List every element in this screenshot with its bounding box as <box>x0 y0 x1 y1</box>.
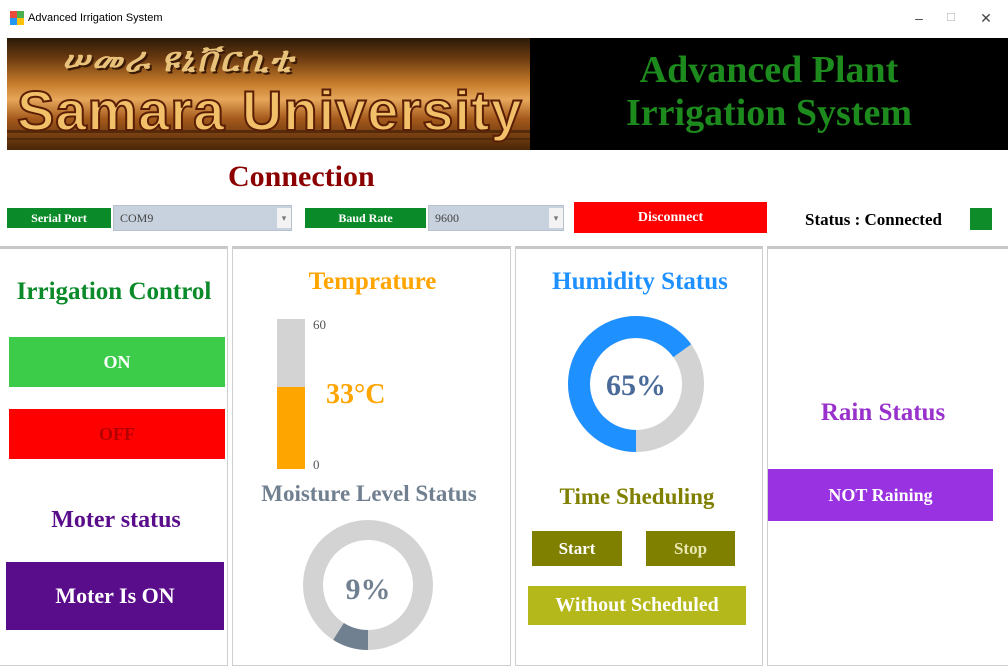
motor-status-heading: Moter status <box>51 507 181 533</box>
temperature-value: 33°C <box>326 379 386 410</box>
rain-status-panel: Rain Status NOT Raining <box>767 246 1008 666</box>
app-title-line1: Advanced Plant <box>639 49 899 91</box>
baud-rate-label: Baud Rate <box>305 208 426 228</box>
baud-rate-select[interactable]: 9600 ▾ <box>428 205 564 231</box>
irrigation-on-button[interactable]: ON <box>9 337 225 387</box>
connection-status-text: Status : Connected <box>805 210 942 229</box>
rain-status-heading: Rain Status <box>820 399 946 426</box>
motor-status-value: Moter Is ON <box>6 562 224 630</box>
minimize-button[interactable]: – <box>905 6 933 30</box>
temperature-gauge-track <box>277 319 305 469</box>
university-name: Samara University <box>16 78 523 143</box>
scheduling-heading: Time Sheduling <box>559 484 715 509</box>
app-icon <box>10 11 24 25</box>
window-title: Advanced Irrigation System <box>28 12 163 24</box>
humidity-value: 65% <box>606 369 666 402</box>
window-title-bar: Advanced Irrigation System – ☐ ✕ <box>0 0 1008 38</box>
irrigation-control-heading: Irrigation Control <box>16 278 212 305</box>
temperature-max-label: 60 <box>313 317 326 332</box>
temperature-heading: Temprature <box>308 268 437 295</box>
connection-status-indicator <box>970 208 992 230</box>
serial-port-label: Serial Port <box>7 208 111 228</box>
baud-rate-value: 9600 <box>435 211 459 225</box>
rain-status-value: NOT Raining <box>768 469 993 521</box>
disconnect-button[interactable]: Disconnect <box>574 202 767 233</box>
temperature-gauge-fill <box>277 386 305 469</box>
humidity-scheduling-panel: Humidity Status 65% Time Sheduling Start… <box>515 246 763 666</box>
moisture-heading: Moisture Level Status <box>261 481 477 506</box>
app-title-line2: Irrigation System <box>625 92 913 134</box>
amharic-university-name: ሠመራ ዩኒቨርሲቲ <box>62 42 295 79</box>
irrigation-off-button[interactable]: OFF <box>9 409 225 459</box>
connection-heading: Connection <box>228 160 375 193</box>
serial-port-select[interactable]: COM9 ▾ <box>113 205 292 231</box>
temperature-min-label: 0 <box>313 457 320 472</box>
humidity-heading: Humidity Status <box>552 268 728 295</box>
maximize-button[interactable]: ☐ <box>937 6 965 30</box>
irrigation-control-panel: Irrigation Control ON OFF Moter status M… <box>0 246 228 666</box>
chevron-down-icon[interactable]: ▾ <box>277 208 291 228</box>
schedule-stop-button[interactable]: Stop <box>646 531 735 566</box>
moisture-value: 9% <box>345 573 391 606</box>
serial-port-value: COM9 <box>120 211 154 225</box>
app-title-banner: Advanced Plant Irrigation System <box>530 38 1008 150</box>
chevron-down-icon[interactable]: ▾ <box>549 208 563 228</box>
schedule-mode-button[interactable]: Without Scheduled <box>528 586 746 625</box>
schedule-start-button[interactable]: Start <box>532 531 622 566</box>
temperature-moisture-panel: Temprature 60 0 33°C Moisture Level Stat… <box>232 246 511 666</box>
university-logo-banner: ሠመራ ዩኒቨርሲቲ Samara University <box>7 38 530 150</box>
close-button[interactable]: ✕ <box>972 6 1000 30</box>
